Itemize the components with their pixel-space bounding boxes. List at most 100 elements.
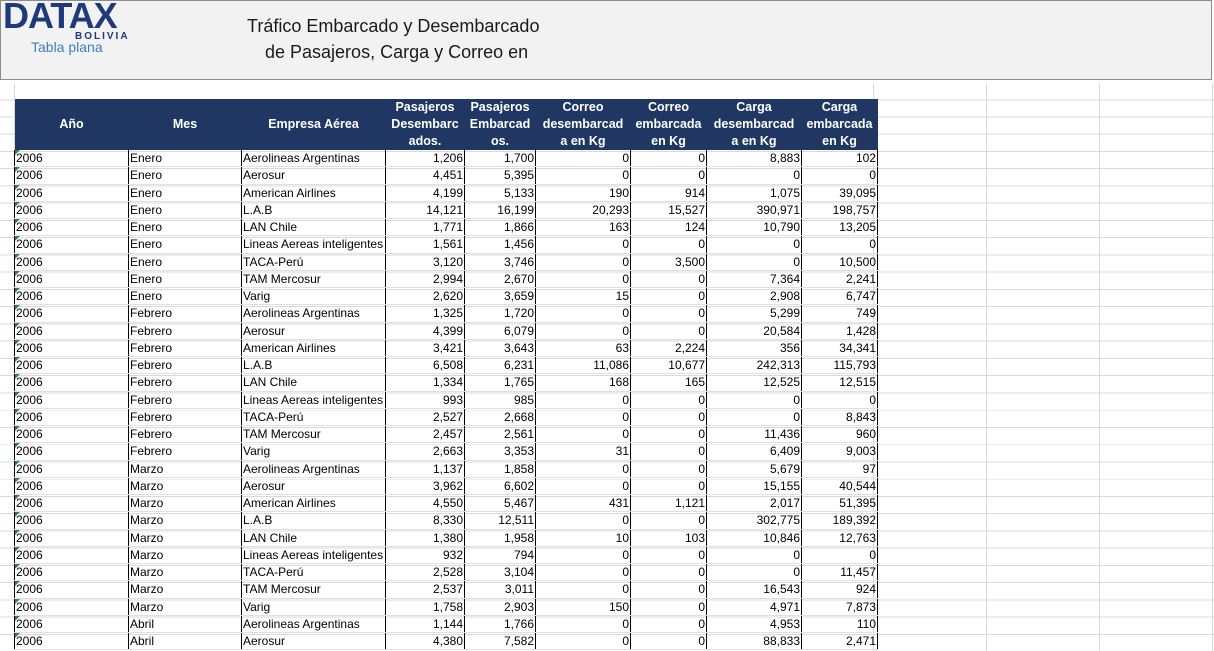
table-cell[interactable]: 2006 [14,632,129,651]
table-cell[interactable]: 0 [706,408,802,427]
table-cell[interactable]: 3,353 [464,442,536,461]
table-cell[interactable]: L.A.B [241,201,386,220]
table-cell[interactable]: 0 [535,322,631,340]
table-cell[interactable]: American Airlines [241,339,386,358]
table-cell[interactable]: LAN Chile [241,218,386,237]
table-cell[interactable]: 3,962 [385,477,465,496]
table-cell[interactable]: 2006 [14,408,129,427]
column-header[interactable]: Empresa Aérea [241,99,386,150]
table-cell[interactable]: 0 [630,460,707,478]
table-cell[interactable]: 924 [801,580,878,599]
table-cell[interactable]: TACA-Perú [241,563,386,582]
table-cell[interactable]: 0 [630,150,707,168]
table-cell[interactable]: 6,508 [385,356,465,375]
table-cell[interactable]: 1,380 [385,529,465,547]
table-cell[interactable]: Febrero [128,408,242,427]
table-cell[interactable]: 1,700 [464,150,536,168]
table-cell[interactable]: 0 [630,563,707,582]
table-cell[interactable]: 0 [706,235,802,254]
table-cell[interactable]: 2006 [14,615,129,634]
table-cell[interactable]: 2006 [14,511,129,530]
table-cell[interactable]: TAM Mercosur [241,425,386,444]
table-cell[interactable]: 302,775 [706,511,802,530]
table-cell[interactable]: Aerolineas Argentinas [241,460,386,478]
table-cell[interactable]: Lineas Aereas inteligentes [241,391,386,409]
column-header[interactable]: Pasajeros Desembarc ados. [385,99,465,150]
table-cell[interactable]: 749 [801,304,878,323]
table-cell[interactable]: Lineas Aereas inteligentes [241,235,386,254]
table-cell[interactable]: Enero [128,201,242,220]
table-cell[interactable]: 0 [630,391,707,409]
table-cell[interactable]: 0 [801,546,878,565]
table-cell[interactable]: 2,620 [385,287,465,306]
table-cell[interactable]: 1,121 [630,494,707,513]
table-cell[interactable]: 2006 [14,477,129,496]
column-header[interactable]: Mes [128,99,242,150]
table-cell[interactable]: 10,500 [801,253,878,271]
table-cell[interactable]: 3,104 [464,563,536,582]
table-cell[interactable]: LAN Chile [241,529,386,547]
table-cell[interactable]: 794 [464,546,536,565]
table-cell[interactable]: 11,086 [535,356,631,375]
table-cell[interactable]: 2,903 [464,598,536,616]
table-cell[interactable]: 0 [801,235,878,254]
table-cell[interactable]: Febrero [128,356,242,375]
table-cell[interactable]: 3,421 [385,339,465,358]
table-cell[interactable]: 7,873 [801,598,878,616]
table-cell[interactable]: Abril [128,632,242,651]
table-cell[interactable]: 0 [535,253,631,271]
table-cell[interactable]: 0 [630,477,707,496]
table-cell[interactable]: 4,199 [385,184,465,202]
table-cell[interactable]: Enero [128,253,242,271]
table-cell[interactable]: Aerosur [241,166,386,185]
table-cell[interactable]: 40,544 [801,477,878,496]
table-cell[interactable]: 0 [630,270,707,289]
table-cell[interactable]: 2006 [14,563,129,582]
table-cell[interactable]: 2006 [14,235,129,254]
table-cell[interactable]: TACA-Perú [241,408,386,427]
table-cell[interactable]: 0 [535,563,631,582]
table-cell[interactable]: 6,747 [801,287,878,306]
table-cell[interactable]: 0 [535,580,631,599]
table-cell[interactable]: 5,299 [706,304,802,323]
table-cell[interactable]: 2006 [14,150,129,168]
table-cell[interactable]: Enero [128,150,242,168]
table-cell[interactable]: 1,456 [464,235,536,254]
table-cell[interactable]: Marzo [128,477,242,496]
table-cell[interactable]: 2,537 [385,580,465,599]
table-cell[interactable]: Enero [128,270,242,289]
table-cell[interactable]: 0 [535,235,631,254]
column-header[interactable]: Pasajeros Embarcad os. [464,99,536,150]
table-cell[interactable]: 1,766 [464,615,536,634]
table-cell[interactable]: 0 [630,304,707,323]
table-cell[interactable]: 2006 [14,287,129,306]
table-cell[interactable]: Febrero [128,425,242,444]
table-cell[interactable]: 2,668 [464,408,536,427]
table-cell[interactable]: 0 [630,511,707,530]
table-cell[interactable]: 1,771 [385,218,465,237]
column-header[interactable]: Año [14,99,129,150]
table-cell[interactable]: 0 [535,460,631,478]
table-cell[interactable]: 2006 [14,425,129,444]
table-cell[interactable]: 1,206 [385,150,465,168]
table-cell[interactable]: 11,457 [801,563,878,582]
table-cell[interactable]: 0 [630,632,707,651]
table-cell[interactable]: 3,011 [464,580,536,599]
table-cell[interactable]: 0 [535,632,631,651]
table-cell[interactable]: Febrero [128,442,242,461]
table-cell[interactable]: 0 [630,322,707,340]
table-cell[interactable]: 10,790 [706,218,802,237]
table-cell[interactable]: TAM Mercosur [241,580,386,599]
table-cell[interactable]: 1,334 [385,373,465,392]
table-cell[interactable]: 2,528 [385,563,465,582]
table-cell[interactable]: 2,017 [706,494,802,513]
table-cell[interactable]: 0 [706,546,802,565]
table-cell[interactable]: 0 [535,408,631,427]
table-cell[interactable]: 1,075 [706,184,802,202]
table-cell[interactable]: 2,663 [385,442,465,461]
table-cell[interactable]: 2006 [14,184,129,202]
table-cell[interactable]: Marzo [128,563,242,582]
table-cell[interactable]: 1,720 [464,304,536,323]
table-cell[interactable]: 12,525 [706,373,802,392]
table-cell[interactable]: 0 [630,408,707,427]
